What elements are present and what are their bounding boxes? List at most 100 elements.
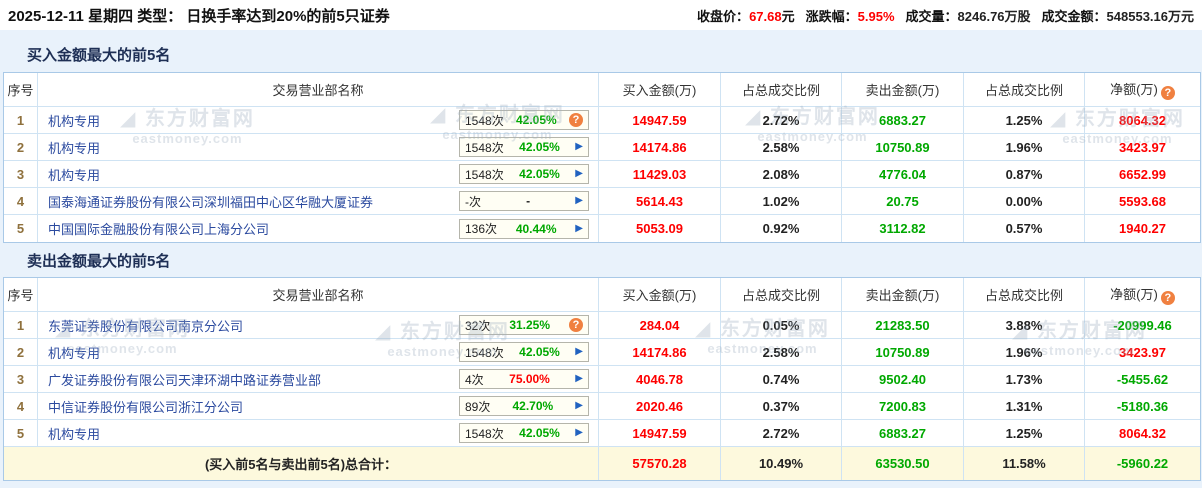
buy-ratio-cell: 2.58% xyxy=(721,134,842,161)
win-rate: 42.05% xyxy=(519,167,560,181)
total-buy-ratio: 10.49% xyxy=(721,447,842,480)
buy-amount-cell: 14174.86 xyxy=(599,134,721,161)
detail-arrow-icon[interactable]: ▶ xyxy=(575,194,583,208)
table-row: 3 广发证券股份有限公司天津环湖中路证券营业部 4次75.00%▶ 4046.780.… xyxy=(4,366,1200,393)
win-rate: 42.05% xyxy=(519,140,560,154)
col-header-net: 净额(万)? xyxy=(1085,278,1200,312)
row-index: 2 xyxy=(4,134,38,161)
detail-arrow-icon[interactable]: ▶ xyxy=(575,345,583,359)
branch-stats-badge[interactable]: 1548次42.05%▶ xyxy=(459,137,589,157)
branch-stats-badge[interactable]: 1548次42.05%? xyxy=(459,110,589,130)
branch-name-cell: 机构专用 1548次42.05%▶ xyxy=(38,420,599,447)
col-header-sell-amount: 卖出金额(万) xyxy=(842,278,964,312)
branch-stats-badge[interactable]: -次-▶ xyxy=(459,191,589,211)
stat-label: 成交金额： xyxy=(1042,9,1107,24)
branch-name-cell: 中国国际金融股份有限公司上海分公司136次40.44%▶ xyxy=(38,215,599,242)
stat-label: 涨跌幅： xyxy=(806,9,858,24)
net-amount-cell: -20999.46 xyxy=(1085,312,1200,339)
branch-name-link[interactable]: 中信证券股份有限公司浙江分公司 xyxy=(48,400,243,415)
detail-arrow-icon[interactable]: ▶ xyxy=(575,140,583,154)
lhb-page: 2025-12-11 星期四 类型： 日换手率达到20%的前5只证券 收盘价：6… xyxy=(0,0,1202,488)
sell-table-title: 卖出金额最大的前5名 xyxy=(3,243,1199,277)
total-sell-amount: 63530.50 xyxy=(842,447,964,480)
branch-name-link[interactable]: 中国国际金融股份有限公司上海分公司 xyxy=(48,222,269,237)
branch-stats-badge[interactable]: 1548次42.05%▶ xyxy=(459,342,589,362)
sell-ratio-cell: 0.00% xyxy=(964,188,1085,215)
detail-arrow-icon[interactable]: ▶ xyxy=(575,167,583,181)
detail-arrow-icon[interactable]: ▶ xyxy=(575,399,583,413)
branch-stats-badge[interactable]: 1548次42.05%▶ xyxy=(459,423,589,443)
sell-amount-cell: 7200.83 xyxy=(842,393,964,420)
appearance-count: 1548次 xyxy=(465,425,504,442)
win-rate: 42.70% xyxy=(512,399,553,413)
total-row: (买入前5名与卖出前5名)总合计： 57570.28 10.49% 63530.… xyxy=(4,447,1200,480)
branch-stats-badge[interactable]: 89次 42.70% ▶ xyxy=(459,396,589,416)
appearance-count: -次 xyxy=(465,193,481,210)
appearance-count: 89次 xyxy=(465,398,490,415)
buy-table: 序号 交易营业部名称 买入金额(万) 占总成交比例 卖出金额(万) 占总成交比例… xyxy=(3,72,1201,243)
net-amount-cell: 6652.99 xyxy=(1085,161,1200,188)
stat-item: 成交金额：548553.16万元 xyxy=(1042,6,1194,25)
help-icon[interactable]: ? xyxy=(569,113,583,127)
sell-amount-cell: 21283.50 xyxy=(842,312,964,339)
branch-name-cell: 中信证券股份有限公司浙江分公司 89次 42.70% ▶ xyxy=(38,393,599,420)
detail-arrow-icon[interactable]: ▶ xyxy=(575,426,583,440)
branch-name-link[interactable]: 广发证券股份有限公司天津环湖中路证券营业部 xyxy=(48,373,321,388)
sell-amount-cell: 6883.27 xyxy=(842,420,964,447)
col-header-buy-amount: 买入金额(万) xyxy=(599,73,721,107)
net-amount-cell: 8064.32 xyxy=(1085,420,1200,447)
col-header-net-label: 净额(万) xyxy=(1110,287,1158,302)
stat-value: 8246.76万股 xyxy=(958,9,1031,24)
branch-name-link[interactable]: 机构专用 xyxy=(48,114,100,129)
win-rate: 42.05% xyxy=(516,113,557,127)
buy-amount-cell: 4046.78 xyxy=(599,366,721,393)
col-header-buy-ratio: 占总成交比例 xyxy=(721,73,842,107)
net-amount-cell: 3423.97 xyxy=(1085,339,1200,366)
buy-amount-cell: 5053.09 xyxy=(599,215,721,242)
appearance-count: 4次 xyxy=(465,371,484,388)
sell-amount-cell: 6883.27 xyxy=(842,107,964,134)
branch-name-link[interactable]: 机构专用 xyxy=(48,141,100,156)
total-buy-amount: 57570.28 xyxy=(599,447,721,480)
sell-amount-cell: 9502.40 xyxy=(842,366,964,393)
table-row: 5机构专用1548次42.05%▶14947.592.72%6883.271.2… xyxy=(4,420,1200,447)
buy-table-header-row: 序号 交易营业部名称 买入金额(万) 占总成交比例 卖出金额(万) 占总成交比例… xyxy=(4,73,1200,107)
branch-name-link[interactable]: 东莞证券股份有限公司南京分公司 xyxy=(48,319,243,334)
branch-stats-badge[interactable]: 1548次42.05%▶ xyxy=(459,164,589,184)
branch-name-link[interactable]: 机构专用 xyxy=(48,346,100,361)
buy-ratio-cell: 0.74% xyxy=(721,366,842,393)
sell-ratio-cell: 0.57% xyxy=(964,215,1085,242)
col-header-sell-ratio: 占总成交比例 xyxy=(964,73,1085,107)
col-header-buy-ratio: 占总成交比例 xyxy=(721,278,842,312)
branch-name-cell: 机构专用1548次42.05%▶ xyxy=(38,134,599,161)
sell-amount-cell: 20.75 xyxy=(842,188,964,215)
branch-name-link[interactable]: 机构专用 xyxy=(48,427,100,442)
branch-name-link[interactable]: 机构专用 xyxy=(48,168,100,183)
detail-arrow-icon[interactable]: ▶ xyxy=(575,372,583,386)
col-header-index: 序号 xyxy=(4,73,38,107)
buy-ratio-cell: 2.72% xyxy=(721,420,842,447)
branch-name-link[interactable]: 国泰海通证券股份有限公司深圳福田中心区华融大厦证券 xyxy=(48,195,373,210)
table-row: 2机构专用1548次42.05%▶14174.862.58%10750.891.… xyxy=(4,134,1200,161)
table-row: 3机构专用1548次42.05%▶11429.032.08%4776.040.8… xyxy=(4,161,1200,188)
buy-ratio-cell: 0.05% xyxy=(721,312,842,339)
top-header: 2025-12-11 星期四 类型： 日换手率达到20%的前5只证券 收盘价：6… xyxy=(0,0,1202,30)
detail-arrow-icon[interactable]: ▶ xyxy=(575,222,583,236)
table-row: 4国泰海通证券股份有限公司深圳福田中心区华融大厦证券-次-▶5614.431.0… xyxy=(4,188,1200,215)
branch-stats-badge[interactable]: 4次75.00%▶ xyxy=(459,369,589,389)
branch-name-cell: 东莞证券股份有限公司南京分公司 32次31.25%? xyxy=(38,312,599,339)
table-row: 1机构专用1548次42.05%?14947.592.72%6883.271.2… xyxy=(4,107,1200,134)
sell-amount-cell: 10750.89 xyxy=(842,134,964,161)
branch-stats-badge[interactable]: 136次40.44%▶ xyxy=(459,219,589,239)
win-rate: 40.44% xyxy=(516,222,557,236)
row-index: 3 xyxy=(4,161,38,188)
table-row: 5中国国际金融股份有限公司上海分公司136次40.44%▶5053.090.92… xyxy=(4,215,1200,242)
stat-value: 548553.16万元 xyxy=(1107,9,1194,24)
row-index: 3 xyxy=(4,366,38,393)
branch-stats-badge[interactable]: 32次31.25%? xyxy=(459,315,589,335)
help-icon[interactable]: ? xyxy=(1161,291,1175,305)
sell-ratio-cell: 1.96% xyxy=(964,134,1085,161)
help-icon[interactable]: ? xyxy=(1161,86,1175,100)
help-icon[interactable]: ? xyxy=(569,318,583,332)
row-index: 4 xyxy=(4,393,38,420)
